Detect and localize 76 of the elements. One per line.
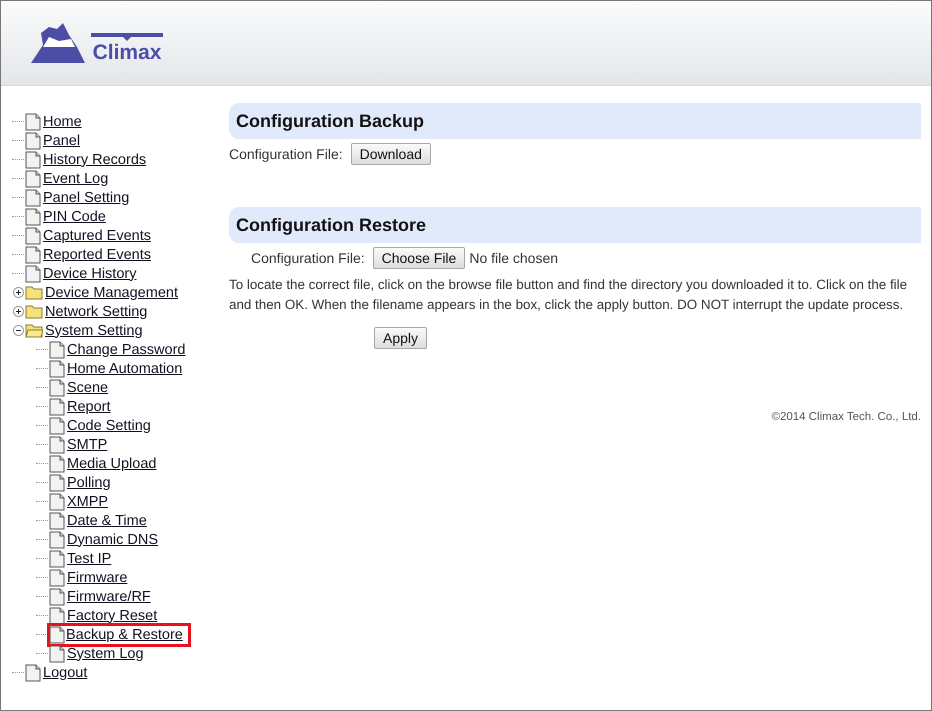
nav-link[interactable]: Polling	[67, 474, 111, 490]
page-icon	[25, 246, 41, 264]
page-icon	[49, 416, 65, 434]
nav-link[interactable]: Media Upload	[67, 456, 156, 472]
nav-link[interactable]: SMTP	[67, 436, 108, 452]
nav-link[interactable]: Logout	[43, 664, 88, 680]
open-folder-icon	[25, 323, 43, 338]
nav-link[interactable]: Network Setting	[45, 304, 148, 320]
page-icon	[49, 360, 65, 378]
page-icon	[25, 208, 41, 226]
page-icon	[49, 606, 65, 624]
logo-bar-icon	[91, 33, 163, 41]
download-button[interactable]: Download	[350, 143, 431, 165]
nav-link[interactable]: Report	[67, 398, 111, 414]
nav-link[interactable]: Panel Setting	[43, 190, 130, 206]
page-icon	[25, 226, 41, 244]
page-icon	[49, 530, 65, 548]
choose-file-button[interactable]: Choose File	[372, 247, 466, 269]
nav-link[interactable]: Test IP	[67, 550, 112, 566]
page-icon	[25, 132, 41, 150]
expand-icon[interactable]	[12, 306, 24, 317]
section-title: Configuration Backup	[236, 110, 424, 132]
page-icon	[25, 170, 41, 188]
page-icon	[49, 588, 65, 606]
page-icon	[49, 436, 65, 454]
page-icon	[49, 454, 65, 472]
nav-link[interactable]: History Records	[43, 152, 146, 168]
page-icon	[49, 398, 65, 416]
file-status: No file chosen	[469, 250, 558, 266]
logo-icon	[29, 21, 87, 65]
nav-link[interactable]: Reported Events	[43, 246, 152, 262]
nav-link[interactable]: Dynamic DNS	[67, 532, 158, 548]
page-icon	[49, 512, 65, 530]
nav-link[interactable]: Captured Events	[43, 228, 152, 244]
page-icon	[25, 150, 41, 168]
page-icon	[25, 188, 41, 206]
nav-link[interactable]: Firmware/RF	[67, 588, 151, 604]
section-title: Configuration Restore	[236, 214, 426, 236]
collapse-icon[interactable]	[12, 325, 24, 336]
nav-link[interactable]: Change Password	[67, 342, 186, 358]
page-icon	[49, 340, 65, 358]
nav-link[interactable]: System Log	[67, 646, 144, 662]
page-icon	[49, 644, 65, 662]
page-icon	[25, 664, 41, 682]
nav-link[interactable]: Home Automation	[67, 360, 182, 376]
page-icon	[49, 550, 65, 568]
page-icon	[49, 474, 65, 492]
page-icon	[25, 112, 41, 130]
nav-link[interactable]: Code Setting	[67, 418, 151, 434]
nav-link[interactable]: Home	[43, 114, 82, 130]
page-icon	[49, 492, 65, 510]
nav-link[interactable]: Firmware	[67, 570, 128, 586]
help-text: To locate the correct file, click on the browse file button and find the directory you downloaded it to. Click on the file and then OK. When the filename appears in the box, click the apply button. DO NOT interrupt the update process.	[229, 276, 908, 314]
nav-link[interactable]: Event Log	[43, 170, 108, 186]
nav-link[interactable]: Device Management	[45, 284, 178, 300]
nav-link[interactable]: Factory Reset	[67, 608, 158, 624]
nav-link[interactable]: Backup & Restore	[47, 622, 191, 646]
nav-link[interactable]: XMPP	[67, 494, 108, 510]
apply-button[interactable]: Apply	[374, 327, 428, 349]
folder-icon	[25, 304, 43, 319]
nav-link[interactable]: Device History	[43, 266, 136, 282]
nav-link[interactable]: Panel	[43, 132, 80, 148]
nav-link[interactable]: Scene	[67, 380, 108, 396]
nav-link[interactable]: PIN Code	[43, 208, 106, 224]
nav-link[interactable]: System Setting	[45, 322, 143, 338]
folder-icon	[25, 285, 43, 300]
expand-icon[interactable]	[12, 287, 24, 298]
copyright-text: ©2014 Climax Tech. Co., Ltd.	[771, 411, 921, 423]
page-icon	[25, 264, 41, 282]
field-label: Configuration File:	[251, 250, 365, 266]
logo-text: Climax	[92, 41, 162, 65]
page-icon	[49, 568, 65, 586]
nav-link[interactable]: Date & Time	[67, 512, 147, 528]
page-icon	[49, 378, 65, 396]
field-label: Configuration File:	[229, 146, 343, 162]
page-icon	[49, 626, 65, 644]
